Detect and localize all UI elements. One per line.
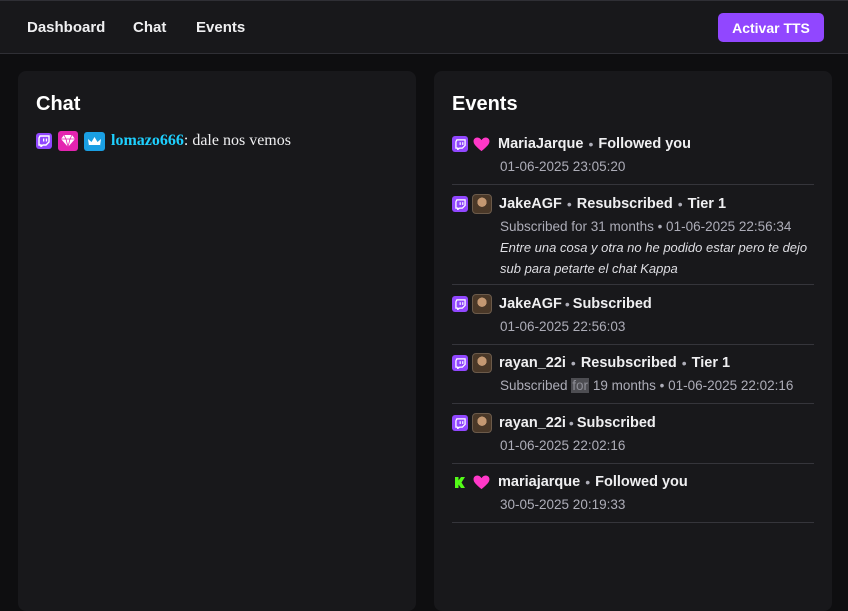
chat-panel-title: Chat (36, 93, 81, 115)
event-meta: Subscribed for 31 months • 01-06-2025 22… (500, 219, 792, 234)
event-item: mariajarque • Followed you 30-05-2025 20… (452, 473, 814, 523)
event-item: rayan_22i • Resubscribed • Tier 1 Subscr… (452, 353, 814, 404)
chat-panel: Chat lomazo666 : dale nos vemos (18, 71, 416, 611)
event-username[interactable]: JakeAGF (499, 296, 562, 312)
event-timestamp: 01-06-2025 22:56:03 (500, 319, 626, 334)
event-separator: • (681, 355, 687, 371)
event-username[interactable]: mariajarque (498, 474, 580, 490)
event-timestamp: 01-06-2025 23:05:20 (500, 159, 626, 174)
event-item: rayan_22i • Subscribed 01-06-2025 22:02:… (452, 413, 814, 464)
subscriber-gem-icon (58, 131, 78, 151)
event-item: JakeAGF • Resubscribed • Tier 1 Subscrib… (452, 194, 814, 285)
event-separator: • (568, 415, 574, 431)
twitch-icon (452, 196, 468, 212)
event-type: Subscribed (576, 415, 656, 431)
activate-tts-button[interactable]: Activar TTS (718, 13, 824, 42)
event-meta-part: 19 months • 01-06-2025 22:02:16 (589, 378, 794, 393)
events-panel: Events MariaJarque • Followed you 01-06-… (434, 71, 832, 611)
nav-events-link[interactable]: Events (196, 19, 245, 36)
event-username[interactable]: MariaJarque (498, 136, 583, 152)
highlighted-text: for (571, 378, 590, 393)
kick-icon (452, 474, 468, 490)
twitch-icon (36, 133, 52, 149)
event-separator: • (564, 296, 570, 312)
chat-username[interactable]: lomazo666 (111, 132, 184, 150)
events-panel-title: Events (452, 93, 518, 115)
event-tier: Tier 1 (691, 355, 731, 371)
event-tier: Tier 1 (687, 196, 727, 212)
user-avatar (472, 194, 492, 214)
top-nav-bar: Dashboard Chat Events Activar TTS (0, 0, 848, 54)
event-separator: • (677, 196, 683, 212)
chat-message: lomazo666 : dale nos vemos (36, 130, 291, 152)
event-separator: • (585, 474, 591, 490)
event-meta: Subscribed for 19 months • 01-06-2025 22… (500, 378, 793, 393)
event-separator: • (566, 196, 572, 212)
event-timestamp: 30-05-2025 20:19:33 (500, 497, 626, 512)
twitch-icon (452, 415, 468, 431)
event-separator: • (588, 136, 594, 152)
event-username[interactable]: JakeAGF (499, 196, 562, 212)
crown-icon (84, 131, 105, 151)
heart-icon (472, 474, 490, 490)
user-avatar (472, 413, 492, 433)
twitch-icon (452, 136, 468, 152)
event-timestamp: 01-06-2025 22:02:16 (500, 438, 626, 453)
event-message: Entre una cosa y otra no he podido estar… (500, 240, 808, 276)
nav-dashboard-link[interactable]: Dashboard (27, 19, 105, 36)
event-item: MariaJarque • Followed you 01-06-2025 23… (452, 135, 814, 185)
user-avatar (472, 294, 492, 314)
event-meta-part: Subscribed (500, 378, 572, 393)
user-avatar (472, 353, 492, 373)
chat-message-text: dale nos vemos (188, 132, 291, 149)
event-username[interactable]: rayan_22i (499, 355, 566, 371)
event-item: JakeAGF • Subscribed 01-06-2025 22:56:03 (452, 294, 814, 345)
event-separator: • (570, 355, 576, 371)
event-type: Followed you (598, 136, 691, 152)
event-username[interactable]: rayan_22i (499, 415, 566, 431)
twitch-icon (452, 296, 468, 312)
event-type: Subscribed (572, 296, 652, 312)
heart-icon (472, 136, 490, 152)
event-type: Followed you (595, 474, 688, 490)
nav-chat-link[interactable]: Chat (133, 19, 166, 36)
event-type: Resubscribed (576, 196, 673, 212)
event-type: Resubscribed (580, 355, 677, 371)
twitch-icon (452, 355, 468, 371)
